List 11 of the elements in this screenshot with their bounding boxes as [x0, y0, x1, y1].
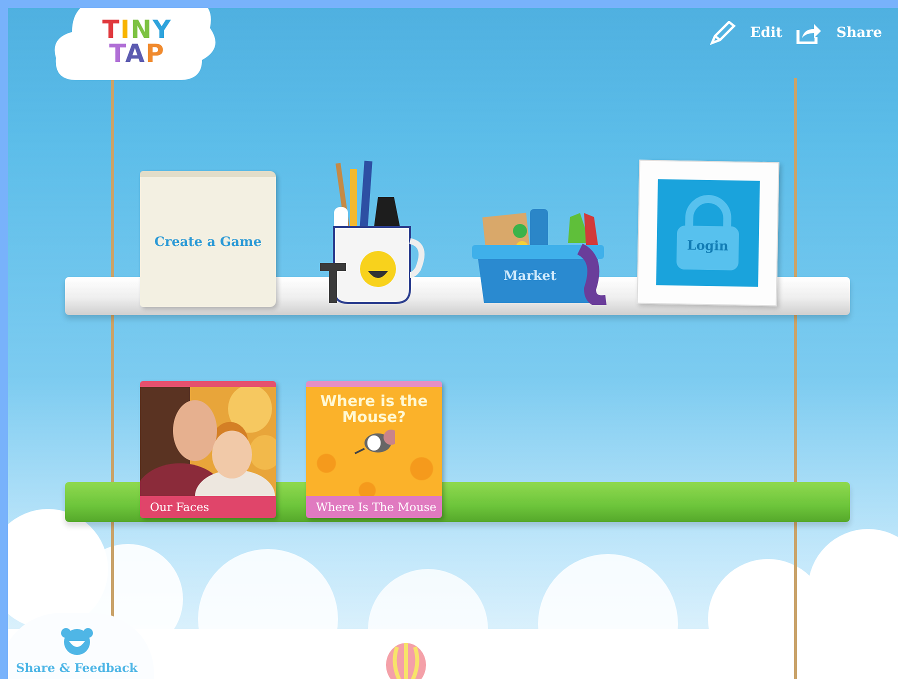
create-game-book[interactable]: Create a Game [140, 171, 276, 307]
smiley-icon [60, 627, 94, 655]
login-frame[interactable]: Login [636, 160, 780, 306]
cover-title: Where is the Mouse? [319, 393, 429, 425]
edit-button[interactable]: Edit [750, 25, 782, 41]
lock-icon [674, 193, 742, 271]
mouse-drawing [353, 429, 395, 455]
pencil-icon [710, 21, 736, 45]
balloon-icon [385, 643, 427, 679]
share-button[interactable]: Share [836, 25, 882, 41]
share-icon [796, 22, 822, 44]
